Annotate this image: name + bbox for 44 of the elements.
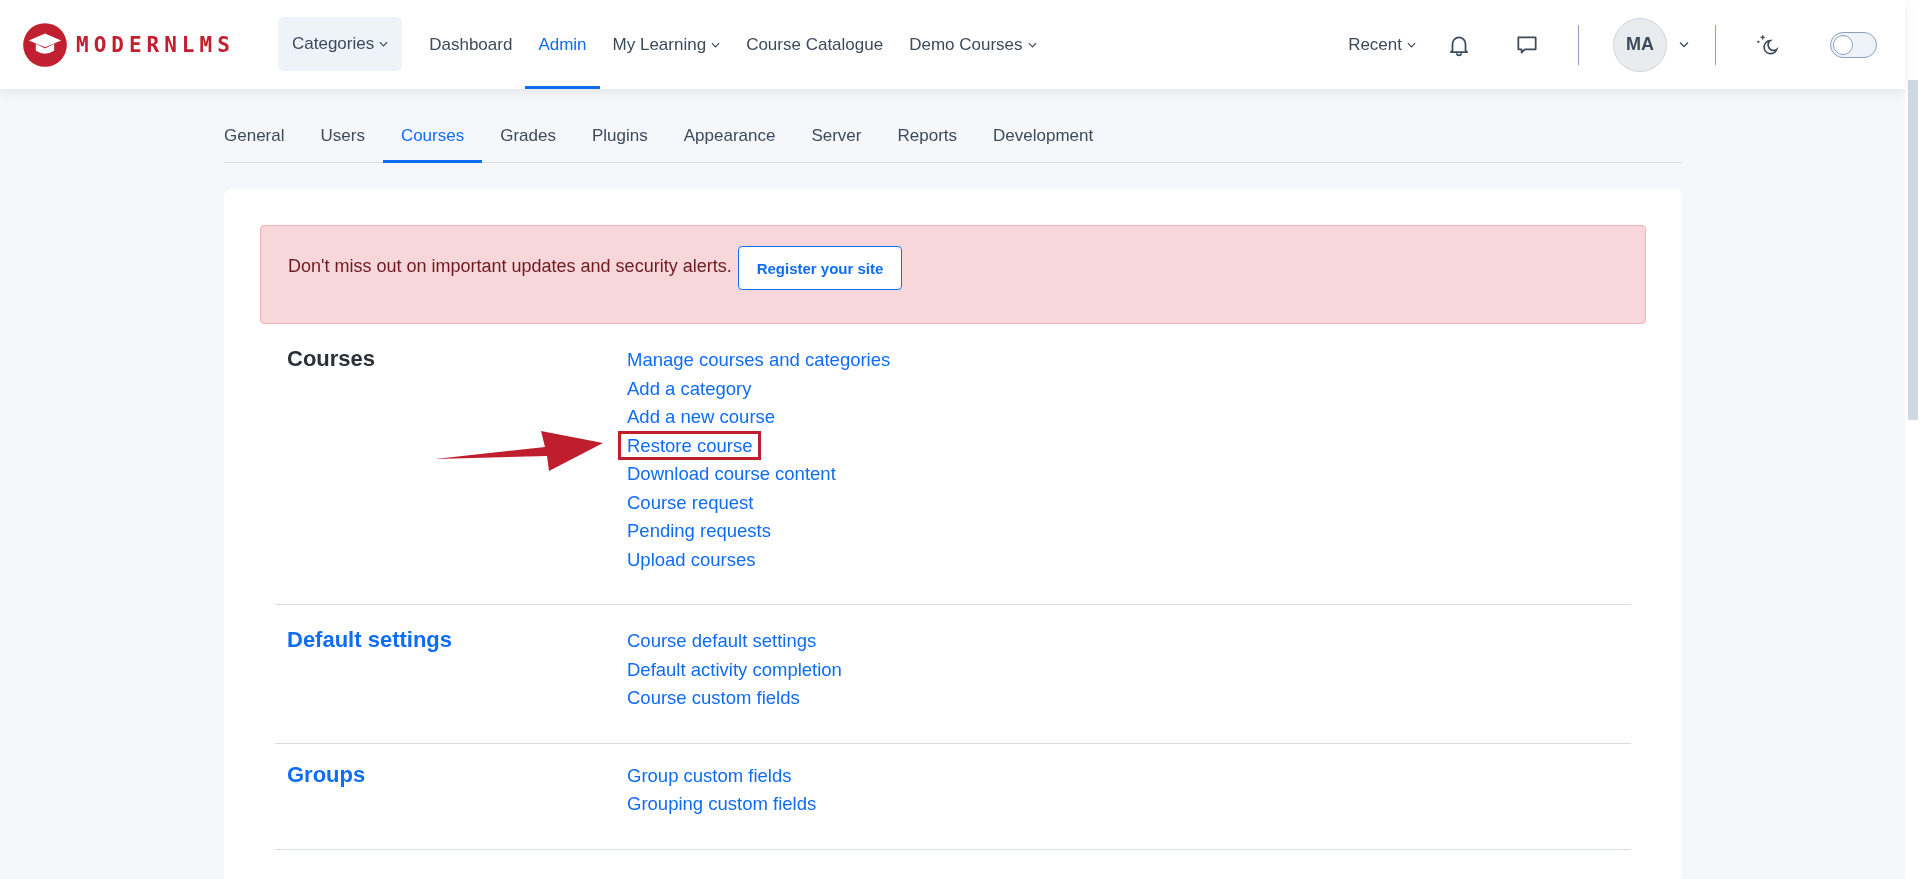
caret-icon[interactable] <box>1407 41 1416 48</box>
settings-link[interactable]: Course custom fields <box>627 687 800 710</box>
admin-tab[interactable]: Development <box>975 111 1112 163</box>
admin-tab[interactable]: General <box>224 111 303 163</box>
caret-icon[interactable] <box>1027 41 1037 48</box>
admin-tab[interactable]: Grades <box>482 111 574 163</box>
settings-link[interactable]: Manage courses and categories <box>627 349 891 372</box>
settings-link[interactable]: Restore course <box>618 431 762 461</box>
settings-link[interactable]: Download course content <box>627 463 836 486</box>
admin-tab[interactable]: Appearance <box>665 111 794 163</box>
settings-link[interactable]: Add a new course <box>627 406 776 429</box>
settings-link[interactable]: Upload courses <box>627 548 756 571</box>
nav-link[interactable]: My Learning <box>599 0 734 89</box>
section-heading: Courses <box>287 346 376 372</box>
admin-tab[interactable]: Users <box>302 111 383 163</box>
logo-text[interactable]: MODERNLMS <box>76 32 235 57</box>
settings-link[interactable]: Add a category <box>627 377 752 400</box>
nav-link[interactable]: Dashboard <box>416 0 526 89</box>
section-heading[interactable]: Groups <box>287 761 366 788</box>
alert-text: Don't miss out on important updates and security alerts. <box>288 255 732 278</box>
caret-icon[interactable] <box>711 41 721 48</box>
settings-link[interactable]: Grouping custom fields <box>627 793 817 816</box>
caret-icon[interactable] <box>379 41 389 47</box>
caret-icon[interactable] <box>1679 41 1689 48</box>
nav-link[interactable]: Admin <box>525 0 600 89</box>
settings-link[interactable]: Pending requests <box>627 520 771 543</box>
admin-tab[interactable]: Courses <box>382 111 483 163</box>
nav-link[interactable]: Categories <box>278 17 403 71</box>
dark-mode-toggle[interactable] <box>1830 31 1877 58</box>
admin-tab[interactable]: Plugins <box>573 111 666 163</box>
settings-link[interactable]: Course default settings <box>627 630 817 653</box>
admin-tab[interactable]: Reports <box>879 111 975 163</box>
admin-tab[interactable]: Server <box>793 111 880 163</box>
settings-link[interactable]: Group custom fields <box>627 764 792 787</box>
settings-link[interactable]: Default activity completion <box>627 658 842 681</box>
recent-menu[interactable]: Recent <box>1348 31 1416 58</box>
user-avatar[interactable]: MA <box>1613 17 1667 72</box>
settings-link[interactable]: Course request <box>627 491 754 514</box>
nav-link[interactable]: Course Catalogue <box>733 0 897 89</box>
register-button[interactable]: Register your site <box>737 246 903 290</box>
nav-link[interactable]: Demo Courses <box>896 0 1050 89</box>
scrollbar-thumb[interactable] <box>1908 80 1918 420</box>
graduation-cap-logo-icon[interactable] <box>22 21 68 68</box>
section-heading[interactable]: Default settings <box>287 627 453 653</box>
